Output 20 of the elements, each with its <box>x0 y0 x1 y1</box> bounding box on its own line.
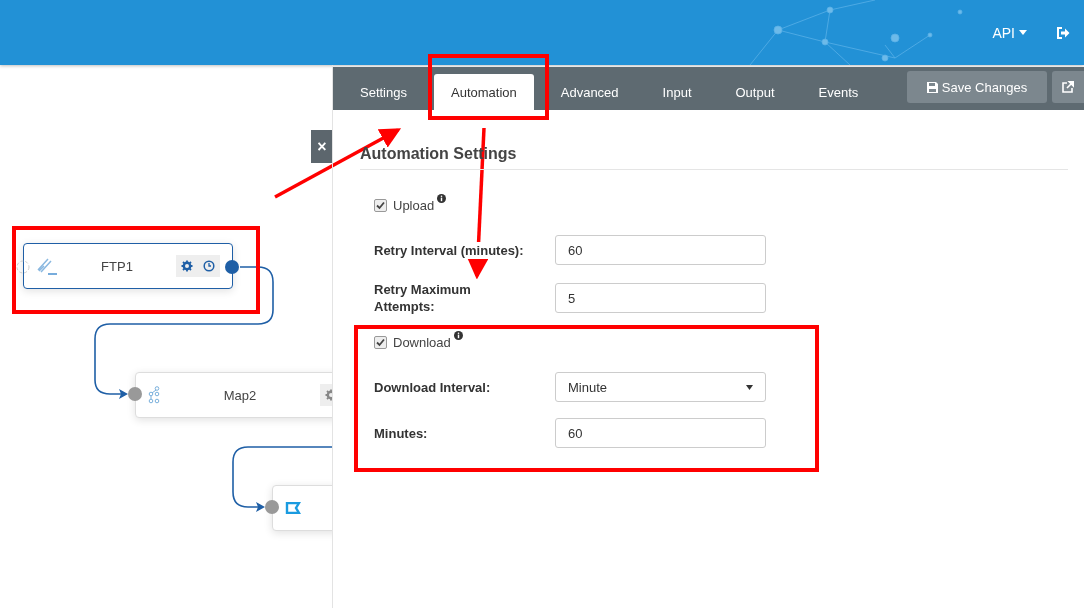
field-label: Retry Interval (minutes): <box>374 241 524 259</box>
text-field[interactable]: 60 <box>555 235 766 265</box>
node-label: FTP1 <box>100 258 134 274</box>
tab[interactable]: Settings <box>343 74 424 110</box>
text-field[interactable]: 60 <box>555 418 766 448</box>
tab[interactable]: Events <box>801 74 876 110</box>
node-card[interactable]: Map2 <box>135 372 332 418</box>
save-button[interactable]: Save Changes <box>907 71 1047 103</box>
tab[interactable]: Automation <box>434 74 534 110</box>
dropdown[interactable]: Minute <box>555 372 766 402</box>
text-field[interactable]: 5 <box>555 283 766 313</box>
tab[interactable]: Advanced <box>543 74 636 110</box>
tab[interactable]: Input <box>645 74 709 110</box>
node-label: Map2 <box>222 387 258 403</box>
user-menu[interactable]: API <box>992 24 1027 41</box>
checkbox-label: Download <box>393 335 451 350</box>
checkbox-label: Upload <box>393 198 435 213</box>
close-button[interactable]: × <box>311 130 332 163</box>
tab[interactable]: Output <box>718 74 792 110</box>
node-card[interactable]: FTP1 <box>23 243 233 289</box>
